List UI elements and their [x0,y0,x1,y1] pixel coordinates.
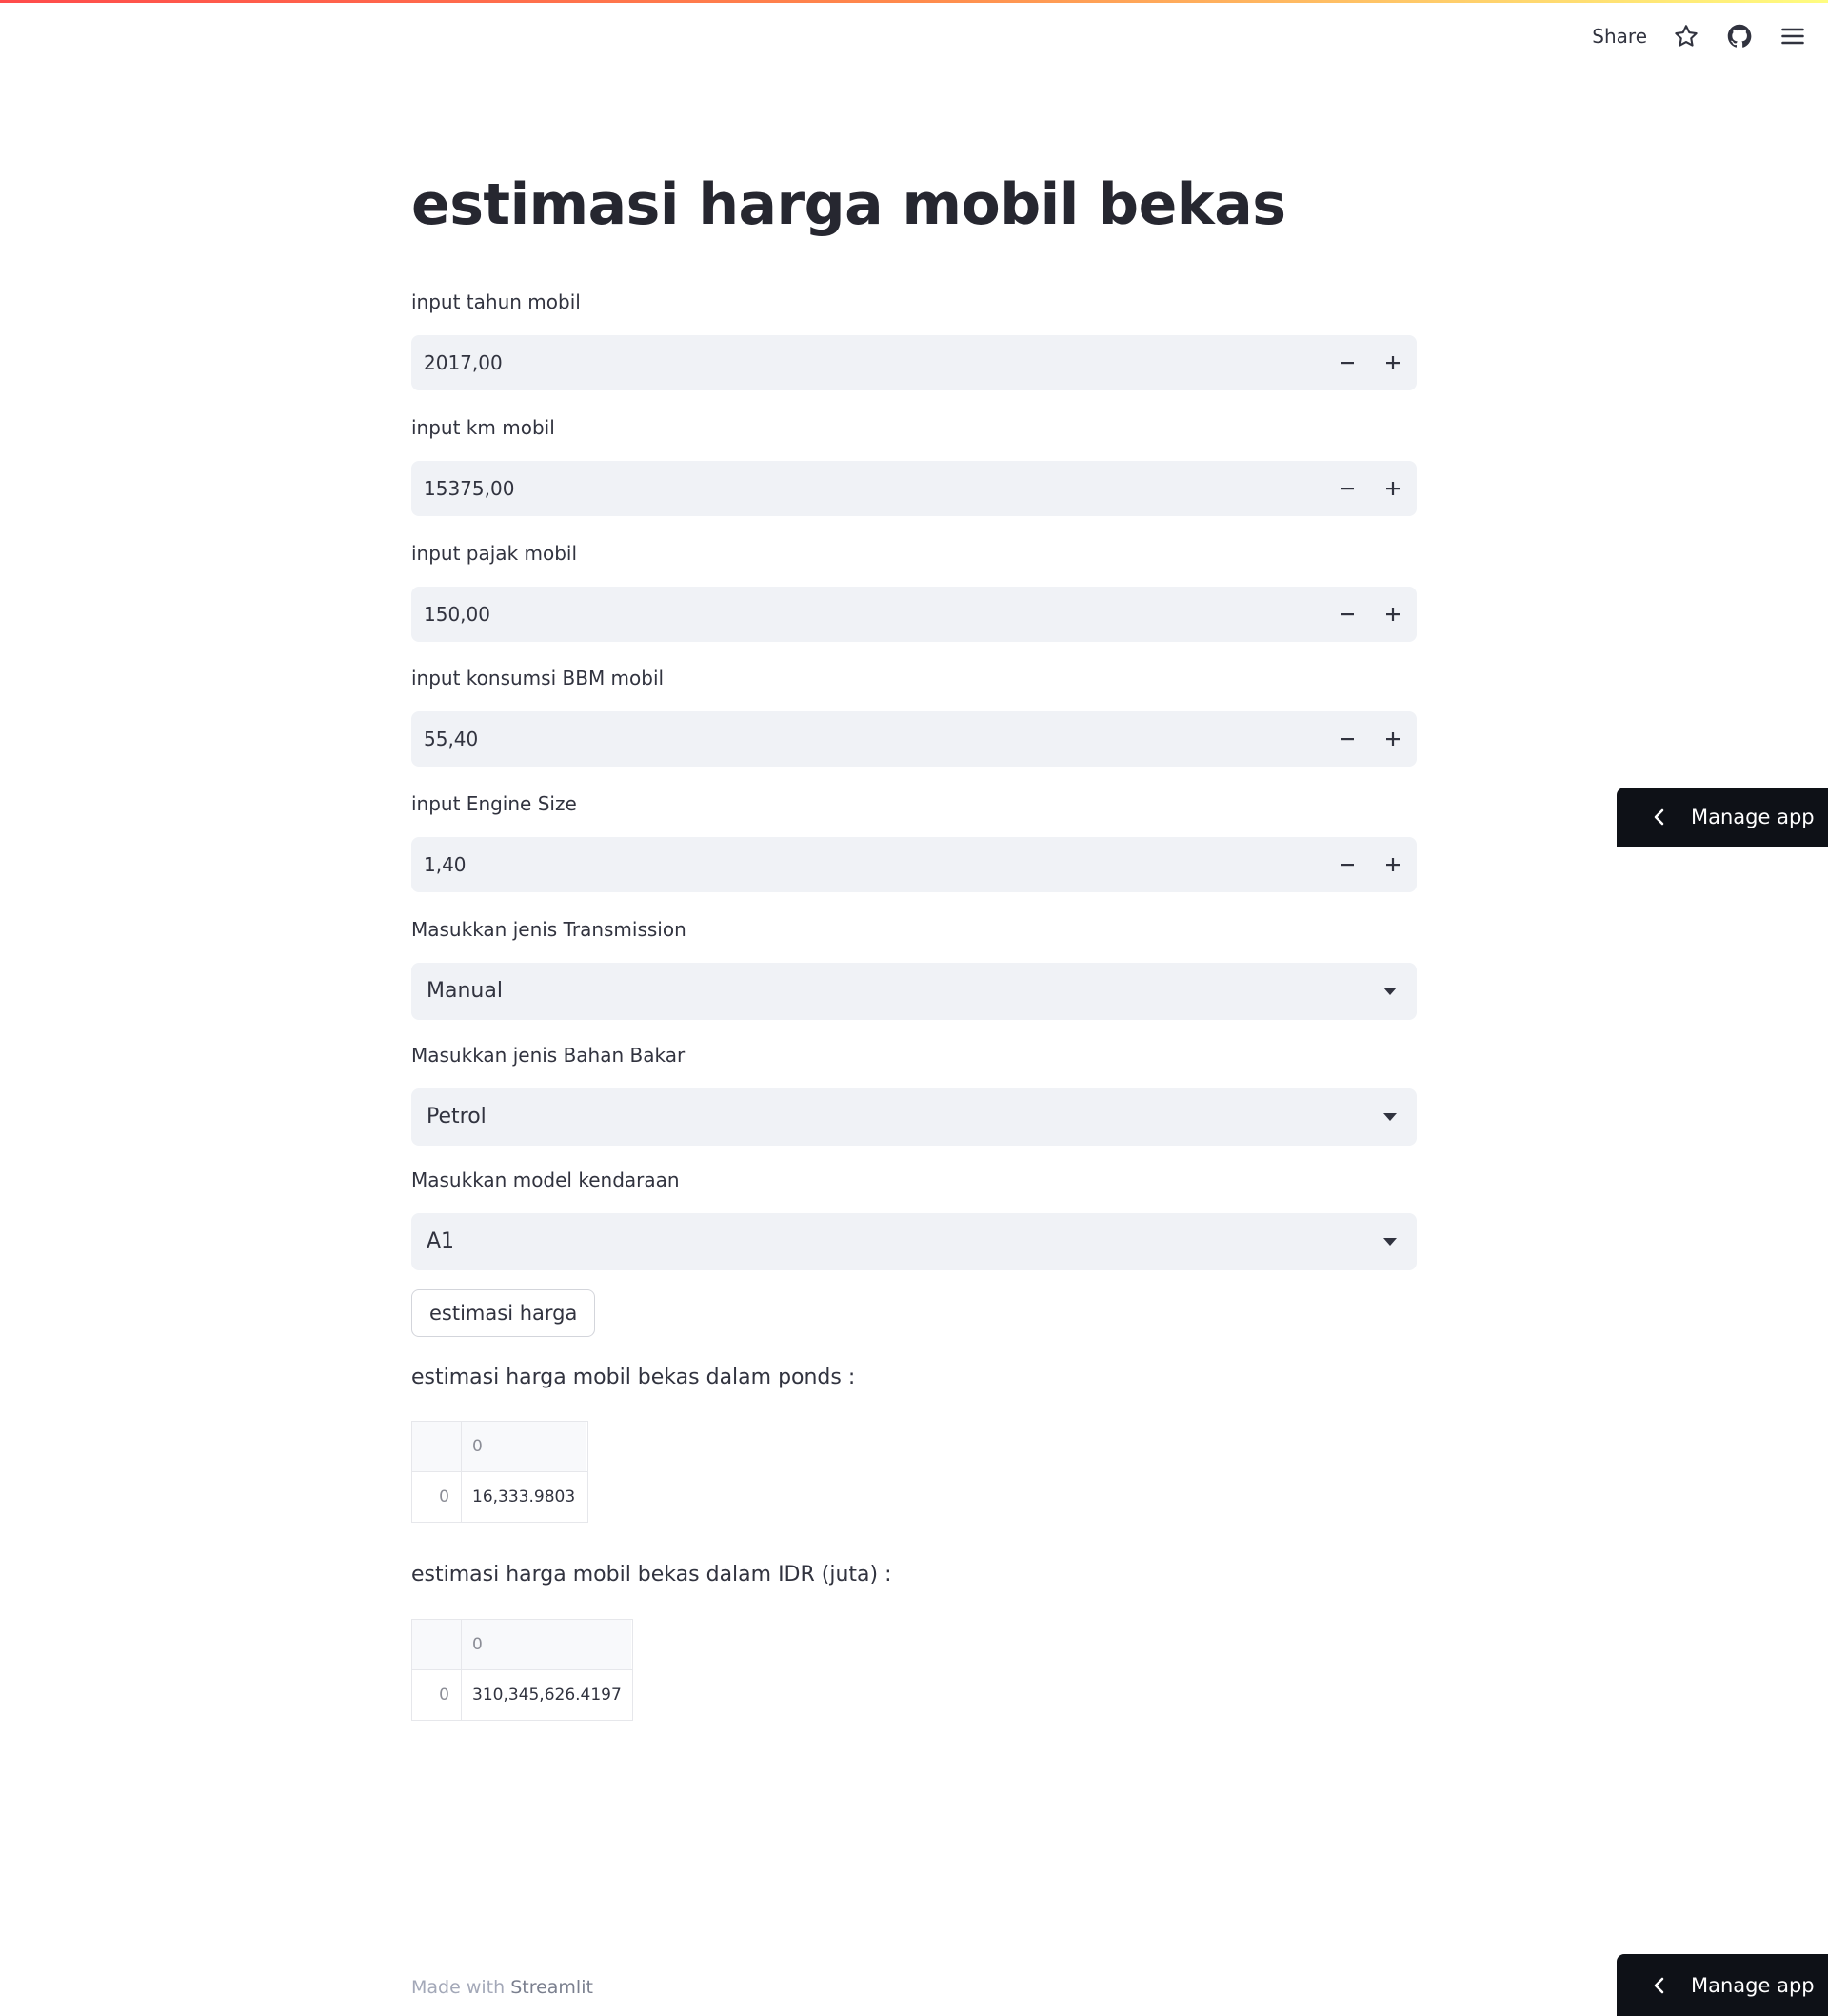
manage-app-button-bottom[interactable]: Manage app [1617,1954,1828,2016]
top-toolbar: Share [1592,17,1807,55]
decrement-button[interactable] [1325,837,1369,892]
page-title: estimasi harga mobil bekas [411,171,1286,238]
selected-value: Manual [427,979,503,1003]
field-label: Masukkan jenis Transmission [411,918,686,941]
value-cell[interactable]: 16,333.9803 [462,1472,586,1522]
streamlit-app-page: Share estimasi harga mobil bekas input t… [0,0,1828,2016]
chevron-left-icon [1654,808,1664,826]
km-number-input: input km mobil 15375,00 [411,414,1417,516]
caret-down-icon [1383,1238,1397,1246]
result-label-idr: estimasi harga mobil bekas dalam IDR (ju… [411,1563,892,1587]
value-cell[interactable]: 310,345,626.4197 [462,1670,631,1720]
field-label: Masukkan jenis Bahan Bakar [411,1044,686,1067]
km-input-value[interactable]: 15375,00 [424,461,514,516]
year-input-value[interactable]: 2017,00 [424,335,503,390]
km-input-box[interactable]: 15375,00 [411,461,1417,516]
manage-app-label: Manage app [1691,1973,1815,1997]
decrement-button[interactable] [1325,587,1369,642]
engine-size-input-box[interactable]: 1,40 [411,837,1417,892]
fuel-consumption-input-value[interactable]: 55,40 [424,711,478,767]
plus-icon [1386,482,1400,495]
increment-button[interactable] [1371,461,1415,516]
decrement-button[interactable] [1325,711,1369,767]
row-index-cell: 0 [412,1472,462,1522]
fuel-consumption-input-box[interactable]: 55,40 [411,711,1417,767]
hamburger-menu-icon[interactable] [1778,22,1807,50]
model-select: Masukkan model kendaraan A1 [411,1167,1417,1270]
increment-button[interactable] [1371,711,1415,767]
minus-icon [1341,362,1354,365]
table-row: 0 16,333.9803 [412,1471,587,1522]
field-label: input km mobil [411,416,555,439]
engine-size-input-value[interactable]: 1,40 [424,837,467,892]
table-header-row: 0 [412,1620,632,1669]
minus-icon [1341,738,1354,741]
footer-prefix: Made with [411,1977,511,1998]
field-label: input tahun mobil [411,290,581,313]
manage-app-label: Manage app [1691,806,1815,828]
plus-icon [1386,732,1400,746]
minus-icon [1341,864,1354,867]
result-table-pounds[interactable]: 0 0 16,333.9803 [411,1421,588,1523]
transmission-select: Masukkan jenis Transmission Manual [411,916,1417,1020]
field-label: input konsumsi BBM mobil [411,667,665,689]
tax-number-input: input pajak mobil 150,00 [411,540,1417,642]
chevron-left-icon [1654,1977,1664,1993]
model-select-box[interactable]: A1 [411,1213,1417,1270]
github-icon[interactable] [1725,22,1754,50]
decrement-button[interactable] [1325,335,1369,390]
tax-input-box[interactable]: 150,00 [411,587,1417,642]
streamlit-link[interactable]: Streamlit [510,1977,593,1998]
table-header-row: 0 [412,1422,587,1471]
share-button[interactable]: Share [1592,25,1647,48]
year-number-input: input tahun mobil 2017,00 [411,289,1417,390]
result-table-idr[interactable]: 0 0 310,345,626.4197 [411,1619,633,1721]
tax-input-value[interactable]: 150,00 [424,587,490,642]
selected-value: Petrol [427,1105,487,1128]
year-input-box[interactable]: 2017,00 [411,335,1417,390]
field-label: input Engine Size [411,792,577,815]
minus-icon [1341,613,1354,616]
field-label: Masukkan model kendaraan [411,1168,680,1191]
increment-button[interactable] [1371,335,1415,390]
selected-value: A1 [427,1229,455,1253]
fuel-type-select: Masukkan jenis Bahan Bakar Petrol [411,1042,1417,1146]
index-header-cell [412,1620,462,1669]
caret-down-icon [1383,1113,1397,1121]
estimate-price-button[interactable]: estimasi harga [411,1289,596,1337]
engine-size-number-input: input Engine Size 1,40 [411,790,1417,892]
manage-app-button[interactable]: Manage app [1617,788,1828,847]
fuel-type-select-box[interactable]: Petrol [411,1088,1417,1146]
star-icon[interactable] [1672,22,1700,50]
plus-icon [1386,858,1400,871]
decrement-button[interactable] [1325,461,1369,516]
footer: Made with Streamlit [411,1977,593,1998]
minus-icon [1341,488,1354,490]
transmission-select-box[interactable]: Manual [411,963,1417,1020]
plus-icon [1386,608,1400,621]
increment-button[interactable] [1371,587,1415,642]
plus-icon [1386,356,1400,369]
row-index-cell: 0 [412,1670,462,1720]
field-label: input pajak mobil [411,542,578,565]
column-header-cell[interactable]: 0 [462,1620,631,1669]
column-header-cell[interactable]: 0 [462,1422,586,1471]
fuel-consumption-number-input: input konsumsi BBM mobil 55,40 [411,665,1417,767]
index-header-cell [412,1422,462,1471]
increment-button[interactable] [1371,837,1415,892]
table-row: 0 310,345,626.4197 [412,1669,632,1720]
top-decoration-stripe [0,0,1828,3]
result-label-pounds: estimasi harga mobil bekas dalam ponds : [411,1366,856,1389]
caret-down-icon [1383,988,1397,995]
